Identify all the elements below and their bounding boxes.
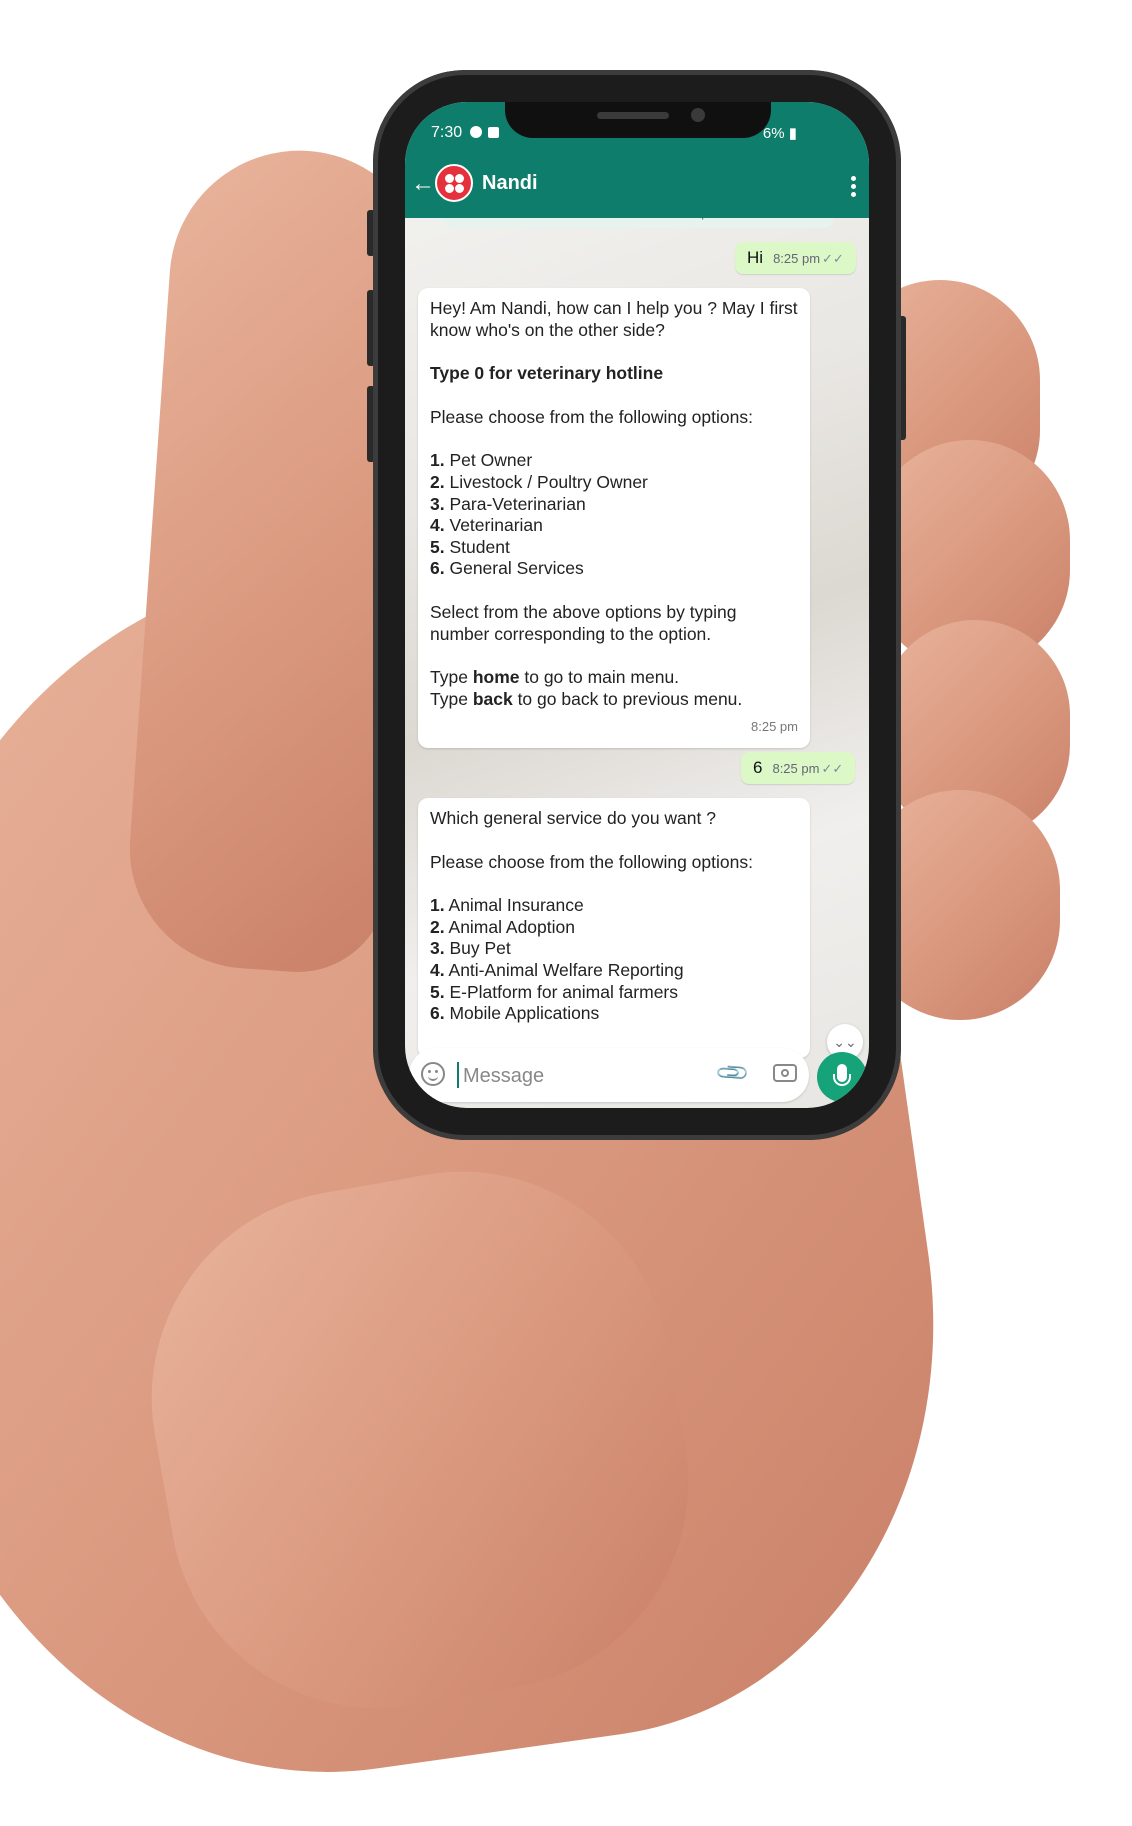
message-text: Hi <box>747 248 764 267</box>
status-time: 7:30 <box>431 124 463 141</box>
message-text: 6 <box>753 758 763 777</box>
message-text: Hey! Am Nandi, how can I help you ? May … <box>430 298 798 340</box>
message-time: 8:25 pm <box>751 719 798 735</box>
incoming-message[interactable]: Hey! Am Nandi, how can I help you ? May … <box>418 288 810 748</box>
option-item: 4. Veterinarian <box>430 515 543 536</box>
outgoing-message[interactable]: 6 8:25 pm ✓✓ <box>741 752 856 784</box>
message-text: Please choose from the following options… <box>430 406 753 427</box>
notch <box>505 102 771 138</box>
status-bar: 7:30 <box>431 124 500 142</box>
account-icon <box>470 126 483 138</box>
option-item: 2. Animal Adoption <box>430 916 575 937</box>
arrow-left-icon[interactable]: ← <box>411 172 435 196</box>
avatar[interactable] <box>435 164 473 202</box>
message-time: 8:25 pm <box>772 761 820 776</box>
emoji-icon[interactable] <box>421 1062 445 1086</box>
message-text: Please choose from the following options… <box>430 851 753 872</box>
phone-screen: 7:30 6% ▮ ← Nandi This chat is with a bu… <box>405 102 869 1108</box>
camera-icon[interactable] <box>773 1064 797 1082</box>
battery-status: 6% ▮ <box>763 124 797 142</box>
message-text: Which general service do you want ? <box>430 808 716 828</box>
read-receipt-icon: ✓✓ <box>822 251 844 266</box>
paperclip-icon[interactable]: 📎 <box>714 1054 752 1092</box>
incoming-message[interactable]: Which general service do you want ? Plea… <box>418 798 810 1058</box>
option-item: 6. Mobile Applications <box>430 1003 600 1024</box>
option-item: 5. Student <box>430 536 510 557</box>
option-item: 2. Livestock / Poultry Owner <box>430 471 648 492</box>
message-time: 8:25 pm <box>773 251 821 266</box>
microphone-icon[interactable] <box>817 1052 867 1102</box>
message-text: Type 0 for veterinary hotline <box>430 363 664 384</box>
text-caret <box>457 1062 459 1088</box>
option-item: 3. Buy Pet <box>430 938 511 959</box>
contact-name[interactable]: Nandi <box>482 172 538 195</box>
option-item: 1. Animal Insurance <box>430 895 584 916</box>
message-text: Type back to go back to previous menu. <box>430 688 743 709</box>
option-item: 6. General Services <box>430 558 584 579</box>
notification-icon <box>488 127 500 138</box>
more-vertical-icon[interactable] <box>851 176 857 200</box>
read-receipt-icon: ✓✓ <box>821 761 844 776</box>
phone-frame: 7:30 6% ▮ ← Nandi This chat is with a bu… <box>373 70 901 1140</box>
option-item: 5. E-Platform for animal farmers <box>430 981 679 1002</box>
battery-level: 6% <box>762 125 785 142</box>
option-item: 3. Para-Veterinarian <box>430 493 586 514</box>
message-input[interactable] <box>461 1058 665 1094</box>
option-item: 4. Anti-Animal Welfare Reporting <box>430 959 684 980</box>
speaker <box>597 112 669 119</box>
message-text: Select from the above options by typing … <box>430 601 737 644</box>
option-item: 1. Pet Owner <box>430 450 533 471</box>
message-text: Type home to go to main menu. <box>430 667 680 688</box>
outgoing-message[interactable]: Hi 8:25 pm ✓✓ <box>735 242 856 274</box>
front-camera <box>691 108 705 122</box>
message-composer: 📎 <box>409 1048 809 1102</box>
battery-icon: ▮ <box>788 125 797 142</box>
